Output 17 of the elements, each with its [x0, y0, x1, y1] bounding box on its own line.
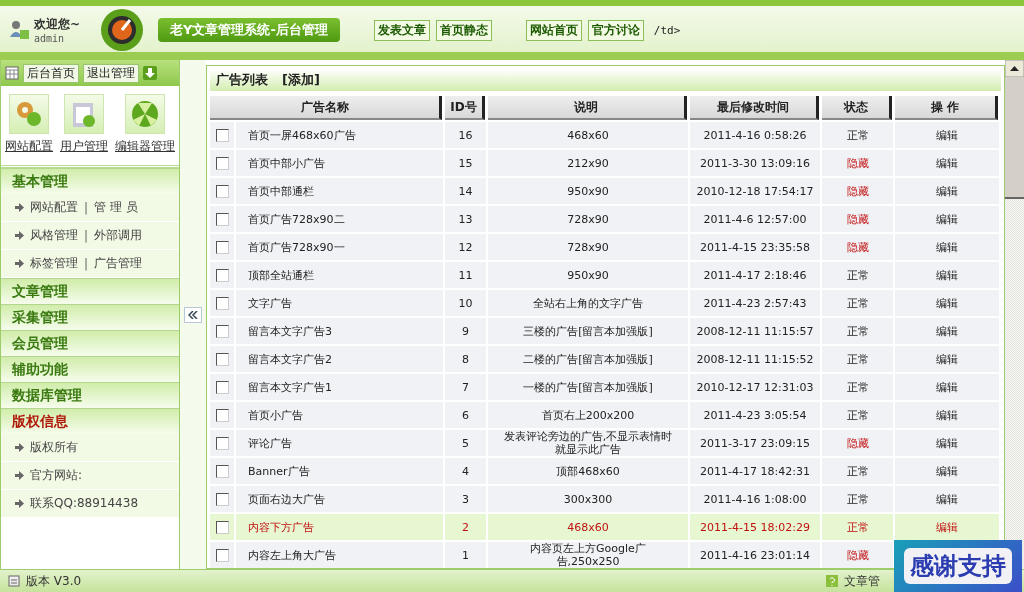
column-header: 操 作	[895, 96, 998, 120]
help-text: 文章管	[844, 572, 880, 590]
stray-markup-text: /td>	[653, 23, 681, 37]
version-text: 版本 V3.0	[26, 572, 82, 590]
greeting-text: 欢迎您~	[34, 16, 81, 33]
separator-text: |	[84, 200, 89, 215]
column-header: 广告名称	[210, 96, 442, 120]
separator-text: |	[84, 256, 89, 271]
column-header: 最后修改时间	[690, 96, 819, 120]
column-header: 状态	[822, 96, 892, 120]
column-header: ID号	[445, 96, 485, 120]
separator-text: |	[84, 228, 89, 243]
username-text: admin	[34, 33, 66, 44]
badge-text: 感谢支持	[904, 548, 1012, 584]
panel-title: 广告列表	[216, 71, 268, 89]
column-header: 说明	[488, 96, 687, 120]
system-title: 老Y文章管理系统-后台管理	[158, 18, 340, 42]
